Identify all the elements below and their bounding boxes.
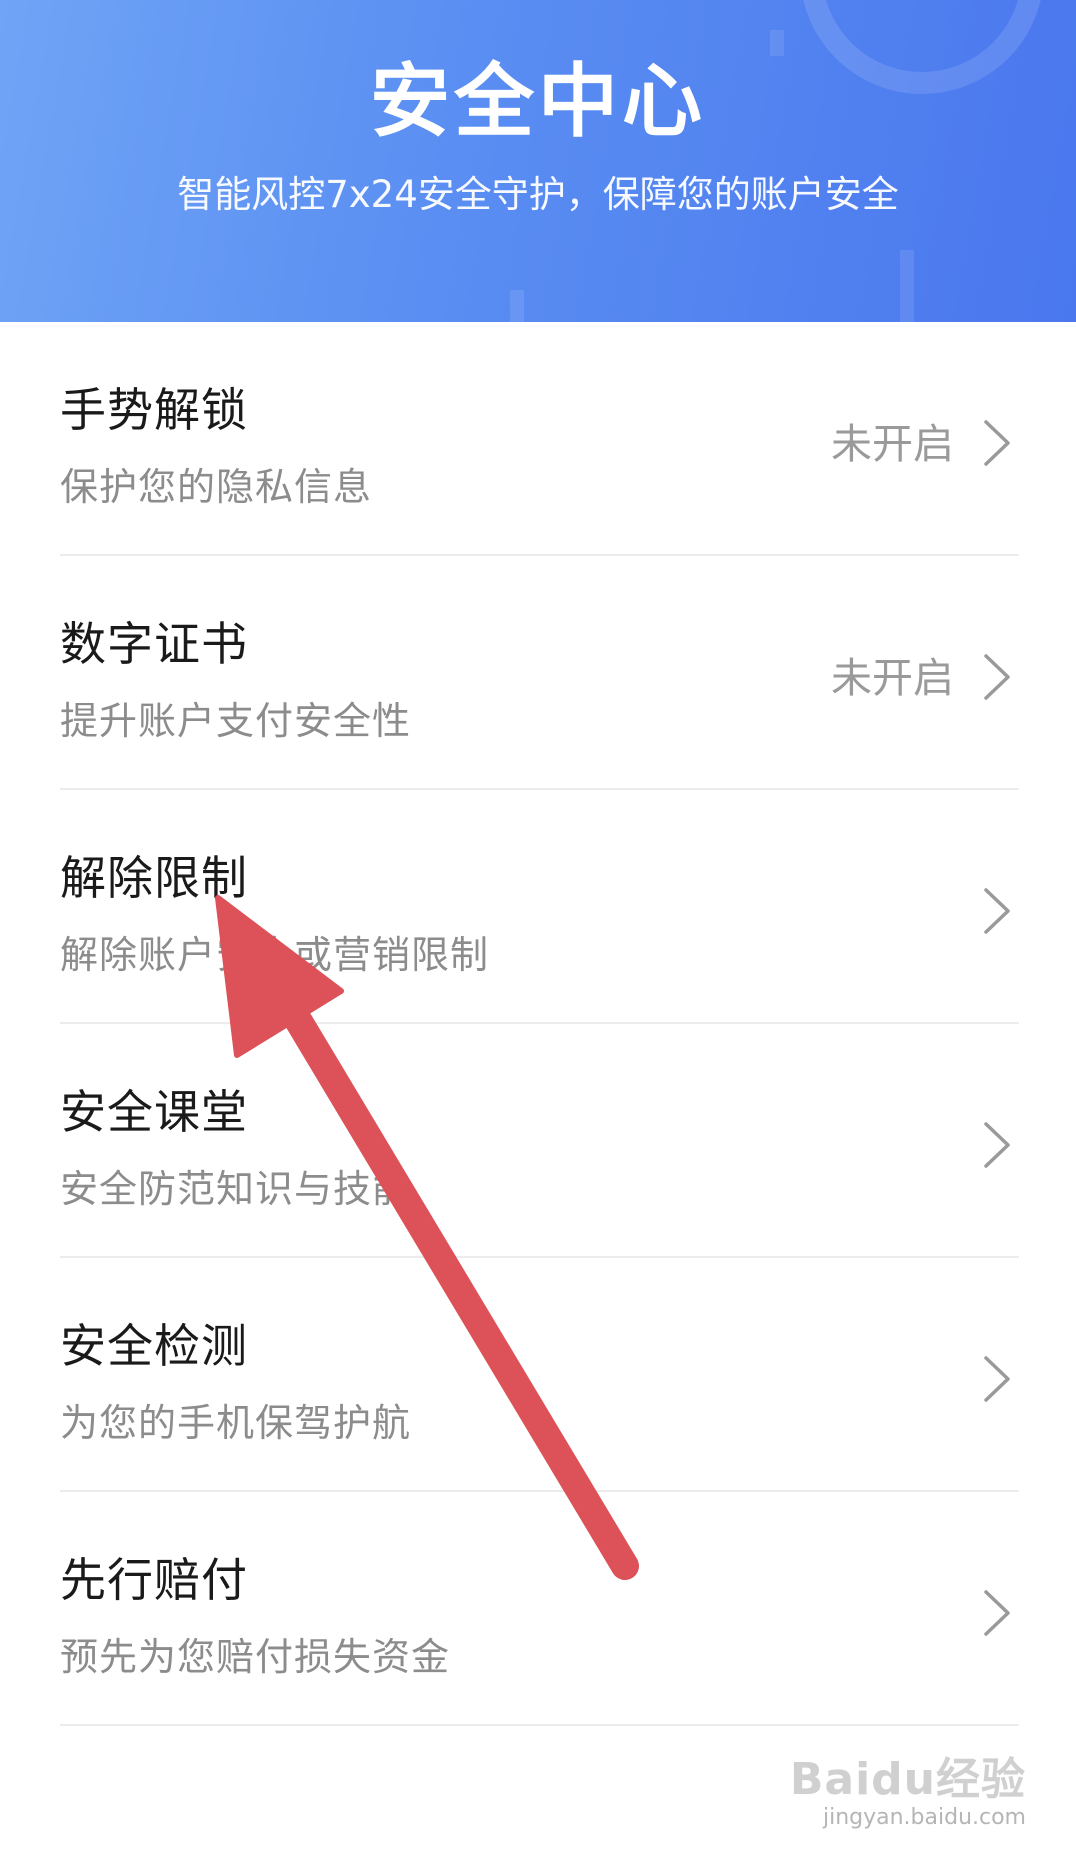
chevron-right-icon: [984, 1122, 1010, 1168]
decorative-bar: [900, 250, 914, 322]
chevron-right-icon: [984, 1356, 1010, 1402]
list-item-security-check[interactable]: 安全检测 为您的手机保驾护航: [0, 1258, 1076, 1492]
item-description: 安全防范知识与技能: [60, 1167, 412, 1211]
decorative-bar: [510, 290, 524, 322]
header-banner: 安全中心 智能风控7x24安全守护，保障您的账户安全: [0, 0, 1076, 322]
chevron-right-icon: [984, 654, 1010, 700]
item-title: 手势解锁: [60, 383, 248, 437]
status-label: 未开启: [831, 420, 954, 468]
list-item-gesture-unlock[interactable]: 手势解锁 保护您的隐私信息 未开启: [0, 322, 1076, 556]
item-title: 安全检测: [60, 1319, 248, 1373]
watermark: Baidu经验 jingyan.baidu.com: [790, 1756, 1026, 1832]
item-title: 安全课堂: [60, 1085, 248, 1139]
page-title: 安全中心: [370, 55, 706, 148]
list-item-security-class[interactable]: 安全课堂 安全防范知识与技能: [0, 1024, 1076, 1258]
chevron-right-icon: [984, 420, 1010, 466]
list-item-advance-compensation[interactable]: 先行赔付 预先为您赔付损失资金: [0, 1492, 1076, 1726]
chevron-right-icon: [984, 1590, 1010, 1636]
list-item-digital-certificate[interactable]: 数字证书 提升账户支付安全性 未开启: [0, 556, 1076, 790]
status-label: 未开启: [831, 654, 954, 702]
item-description: 为您的手机保驾护航: [60, 1401, 412, 1445]
item-title: 先行赔付: [60, 1553, 248, 1607]
divider: [60, 1724, 1019, 1726]
list-item-remove-restriction[interactable]: 解除限制 解除账户安全或营销限制: [0, 790, 1076, 1024]
item-title: 数字证书: [60, 617, 248, 671]
item-description: 预先为您赔付损失资金: [60, 1635, 451, 1679]
watermark-url: jingyan.baidu.com: [822, 1805, 1026, 1830]
security-options-list: 手势解锁 保护您的隐私信息 未开启 数字证书 提升账户支付安全性 未开启 解除限…: [0, 322, 1076, 1726]
item-title: 解除限制: [60, 851, 248, 905]
watermark-logo: Baidu经验: [789, 1754, 1026, 1805]
item-description: 解除账户安全或营销限制: [60, 933, 490, 977]
item-description: 提升账户支付安全性: [60, 699, 412, 743]
item-description: 保护您的隐私信息: [60, 465, 373, 509]
chevron-right-icon: [984, 888, 1010, 934]
page-subtitle: 智能风控7x24安全守护，保障您的账户安全: [177, 173, 899, 216]
